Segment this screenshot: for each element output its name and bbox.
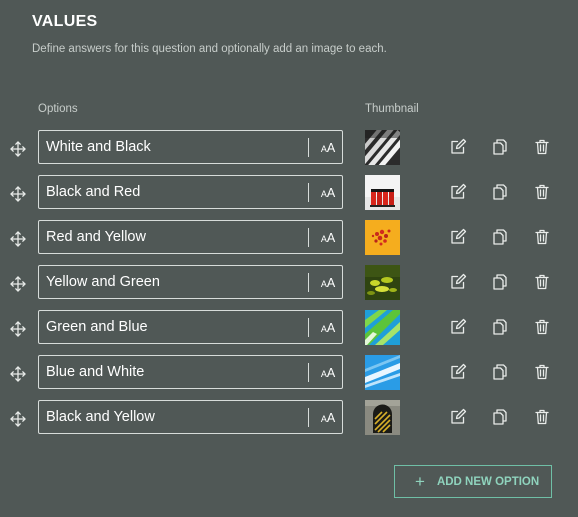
copy-icon[interactable] [491, 183, 509, 201]
blue-and-white-thumbnail[interactable] [365, 355, 400, 390]
move-icon[interactable] [9, 140, 27, 158]
option-row: AA [0, 175, 578, 211]
option-input[interactable] [39, 311, 305, 343]
move-icon[interactable] [9, 365, 27, 383]
option-input[interactable] [39, 401, 305, 433]
green-and-blue-thumbnail[interactable] [365, 310, 400, 345]
option-row: AA [0, 265, 578, 301]
divider [308, 273, 309, 292]
option-field: AA [38, 400, 343, 434]
move-icon[interactable] [9, 185, 27, 203]
option-row: AA [0, 310, 578, 346]
red-and-yellow-thumbnail[interactable] [365, 220, 400, 255]
add-new-option-label: ADD NEW OPTION [436, 475, 540, 488]
divider [308, 138, 309, 157]
option-row: AA [0, 130, 578, 166]
move-icon[interactable] [9, 320, 27, 338]
copy-icon[interactable] [491, 138, 509, 156]
edit-icon[interactable] [449, 183, 467, 201]
edit-icon[interactable] [449, 363, 467, 381]
divider [308, 363, 309, 382]
option-input[interactable] [39, 221, 305, 253]
black-and-red-thumbnail[interactable] [365, 175, 400, 210]
divider [308, 408, 309, 427]
delete-icon[interactable] [533, 183, 551, 201]
edit-icon[interactable] [449, 228, 467, 246]
divider [308, 183, 309, 202]
option-field: AA [38, 175, 343, 209]
copy-icon[interactable] [491, 318, 509, 336]
edit-icon[interactable] [449, 408, 467, 426]
section-description: Define answers for this question and opt… [32, 43, 387, 55]
text-style-button[interactable]: AA [316, 176, 340, 208]
edit-icon[interactable] [449, 318, 467, 336]
option-row: AA [0, 355, 578, 391]
option-field: AA [38, 310, 343, 344]
text-style-button[interactable]: AA [316, 266, 340, 298]
black-and-yellow-thumbnail[interactable] [365, 400, 400, 435]
text-style-button[interactable]: AA [316, 311, 340, 343]
edit-icon[interactable] [449, 273, 467, 291]
option-row: AA [0, 220, 578, 256]
delete-icon[interactable] [533, 138, 551, 156]
copy-icon[interactable] [491, 408, 509, 426]
delete-icon[interactable] [533, 363, 551, 381]
edit-icon[interactable] [449, 138, 467, 156]
divider [308, 228, 309, 247]
copy-icon[interactable] [491, 363, 509, 381]
option-input[interactable] [39, 266, 305, 298]
option-row: AA [0, 400, 578, 436]
move-icon[interactable] [9, 410, 27, 428]
move-icon[interactable] [9, 230, 27, 248]
option-field: AA [38, 220, 343, 254]
copy-icon[interactable] [491, 228, 509, 246]
white-and-black-thumbnail[interactable] [365, 130, 400, 165]
option-input[interactable] [39, 176, 305, 208]
text-style-button[interactable]: AA [316, 131, 340, 163]
divider [308, 318, 309, 337]
yellow-and-green-thumbnail[interactable] [365, 265, 400, 300]
option-input[interactable] [39, 131, 305, 163]
option-field: AA [38, 130, 343, 164]
text-style-button[interactable]: AA [316, 356, 340, 388]
copy-icon[interactable] [491, 273, 509, 291]
option-field: AA [38, 265, 343, 299]
delete-icon[interactable] [533, 318, 551, 336]
section-title: VALUES [32, 13, 98, 30]
move-icon[interactable] [9, 275, 27, 293]
option-field: AA [38, 355, 343, 389]
plus-icon: + [415, 472, 425, 491]
options-column-header: Options [38, 103, 78, 115]
text-style-button[interactable]: AA [316, 401, 340, 433]
thumbnail-column-header: Thumbnail [365, 103, 419, 115]
text-style-button[interactable]: AA [316, 221, 340, 253]
option-input[interactable] [39, 356, 305, 388]
add-new-option-button[interactable]: + ADD NEW OPTION [394, 465, 552, 498]
delete-icon[interactable] [533, 228, 551, 246]
delete-icon[interactable] [533, 273, 551, 291]
delete-icon[interactable] [533, 408, 551, 426]
